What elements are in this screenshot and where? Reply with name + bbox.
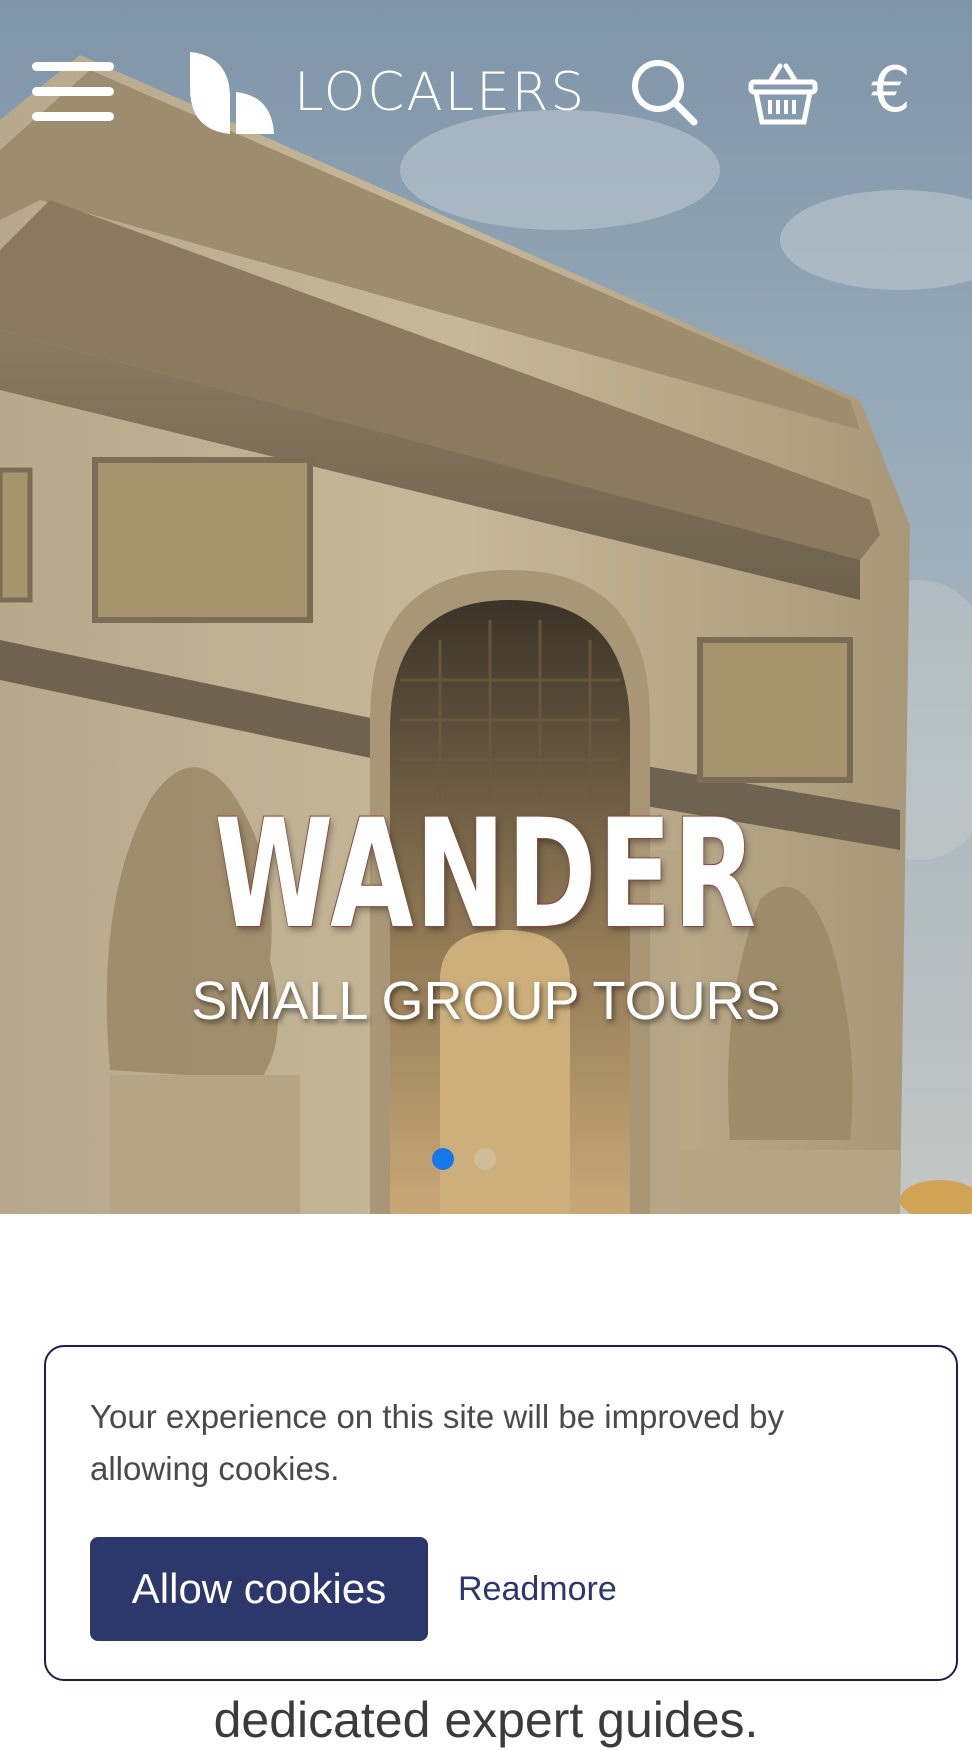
brand-name[interactable]: LOCALERS	[294, 58, 586, 128]
euro-icon[interactable]: €	[866, 52, 916, 128]
menu-icon[interactable]	[32, 62, 114, 122]
search-icon[interactable]	[630, 58, 698, 126]
readmore-link[interactable]: Readmore	[458, 1559, 617, 1619]
allow-cookies-button[interactable]: Allow cookies	[90, 1537, 428, 1641]
slide-dot-active[interactable]	[432, 1148, 454, 1170]
intro-text: dedicated expert guides.	[213, 1692, 759, 1748]
basket-icon[interactable]	[748, 60, 818, 126]
cookie-banner: Your experience on this site will be imp…	[44, 1345, 958, 1681]
hero-title: WANDER	[214, 788, 758, 962]
hero-subtitle: SMALL GROUP TOURS	[191, 971, 781, 1031]
cookie-message: Your experience on this site will be imp…	[90, 1398, 784, 1487]
logo-icon[interactable]	[190, 52, 274, 134]
slider-dots	[0, 1148, 972, 1172]
hero-banner: LOCALERS € WANDER SMALL GROUP TOURS	[0, 0, 972, 1214]
slide-dot[interactable]	[474, 1148, 496, 1170]
site-header: LOCALERS €	[0, 0, 972, 180]
